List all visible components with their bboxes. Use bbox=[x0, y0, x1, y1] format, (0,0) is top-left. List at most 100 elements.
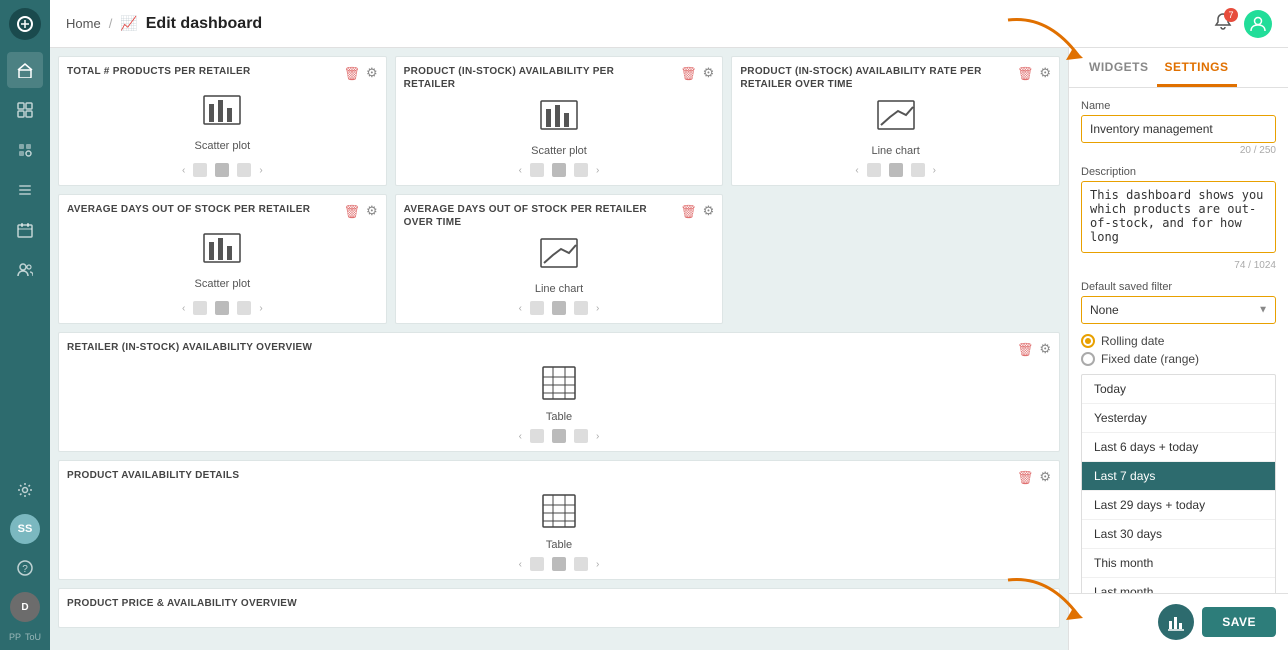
page-dot-1[interactable] bbox=[530, 429, 544, 443]
fixed-date-radio[interactable]: Fixed date (range) bbox=[1081, 352, 1276, 366]
page-dot-1[interactable] bbox=[530, 301, 544, 315]
page-next[interactable]: › bbox=[596, 303, 599, 314]
tab-widgets[interactable]: Widgets bbox=[1081, 48, 1157, 87]
nav-data[interactable] bbox=[7, 172, 43, 208]
widget-chart-type: Scatter plot bbox=[531, 145, 587, 157]
date-option-last6[interactable]: Last 6 days + today bbox=[1082, 433, 1275, 462]
page-dot-3[interactable] bbox=[574, 429, 588, 443]
page-prev[interactable]: ‹ bbox=[855, 165, 858, 176]
page-dot-3[interactable] bbox=[237, 301, 251, 315]
page-dot-2[interactable] bbox=[552, 163, 566, 177]
widget-settings-btn[interactable]: ⚙ bbox=[703, 65, 715, 81]
content-layout: Total # Products Per Retailer 🗑 ⚙ Scatte… bbox=[50, 48, 1288, 650]
page-prev[interactable]: ‹ bbox=[519, 165, 522, 176]
page-dot-2[interactable] bbox=[889, 163, 903, 177]
widget-actions: 🗑 ⚙ bbox=[680, 203, 714, 219]
widget-header: Total # Products Per Retailer 🗑 ⚙ bbox=[67, 65, 378, 81]
page-prev[interactable]: ‹ bbox=[519, 559, 522, 570]
widget-body: Line chart bbox=[740, 97, 1051, 159]
page-dot-1[interactable] bbox=[867, 163, 881, 177]
page-dot-2[interactable] bbox=[215, 163, 229, 177]
widget-delete-btn[interactable]: 🗑 bbox=[680, 67, 697, 80]
table-icon bbox=[541, 493, 577, 535]
rolling-date-radio[interactable]: Rolling date bbox=[1081, 334, 1276, 348]
nav-calendar[interactable] bbox=[7, 212, 43, 248]
top-user-avatar[interactable] bbox=[1244, 10, 1272, 38]
widget-product-availability: Product Availability Details 🗑 ⚙ Table bbox=[58, 460, 1060, 580]
date-option-yesterday[interactable]: Yesterday bbox=[1082, 404, 1275, 433]
page-dot-2[interactable] bbox=[215, 301, 229, 315]
page-next[interactable]: › bbox=[933, 165, 936, 176]
nav-settings[interactable] bbox=[7, 472, 43, 508]
widget-delete-btn[interactable]: 🗑 bbox=[680, 205, 697, 218]
widget-chart-type: Line chart bbox=[535, 283, 583, 295]
main-area: Home / 📈 Edit dashboard 7 Total # Pro bbox=[50, 0, 1288, 650]
nav-user-d[interactable]: D bbox=[10, 592, 40, 622]
page-dot-1[interactable] bbox=[530, 163, 544, 177]
nav-home[interactable] bbox=[7, 52, 43, 88]
page-prev[interactable]: ‹ bbox=[182, 165, 185, 176]
dashboard-area: Total # Products Per Retailer 🗑 ⚙ Scatte… bbox=[50, 48, 1068, 650]
widget-settings-btn[interactable]: ⚙ bbox=[1039, 65, 1051, 81]
nav-grid[interactable] bbox=[7, 92, 43, 128]
widget-settings-btn[interactable]: ⚙ bbox=[703, 203, 715, 219]
widget-delete-btn[interactable]: 🗑 bbox=[1017, 67, 1034, 80]
widget-actions: 🗑 ⚙ bbox=[343, 65, 377, 81]
widget-delete-btn[interactable]: 🗑 bbox=[1017, 471, 1034, 484]
date-option-last-month[interactable]: Last month bbox=[1082, 578, 1275, 593]
widget-settings-btn[interactable]: ⚙ bbox=[1039, 341, 1051, 357]
nav-user-ss[interactable]: SS bbox=[10, 514, 40, 544]
widget-settings-btn[interactable]: ⚙ bbox=[366, 65, 378, 81]
table-icon bbox=[541, 365, 577, 407]
page-dot-2[interactable] bbox=[552, 301, 566, 315]
widget-delete-btn[interactable]: 🗑 bbox=[343, 205, 360, 218]
description-textarea[interactable]: This dashboard shows you which products … bbox=[1081, 181, 1276, 253]
date-option-last29[interactable]: Last 29 days + today bbox=[1082, 491, 1275, 520]
nav-users[interactable] bbox=[7, 252, 43, 288]
filter-select[interactable]: None bbox=[1081, 296, 1276, 324]
page-next[interactable]: › bbox=[596, 165, 599, 176]
page-dot-3[interactable] bbox=[574, 301, 588, 315]
date-option-last30[interactable]: Last 30 days bbox=[1082, 520, 1275, 549]
widget-pagination: ‹ › bbox=[67, 163, 378, 177]
page-dot-3[interactable] bbox=[237, 163, 251, 177]
widget-settings-btn[interactable]: ⚙ bbox=[1039, 469, 1051, 485]
page-dot-3[interactable] bbox=[574, 163, 588, 177]
page-next[interactable]: › bbox=[259, 303, 262, 314]
name-input[interactable] bbox=[1081, 115, 1276, 143]
save-button[interactable]: SAVE bbox=[1202, 607, 1276, 637]
page-prev[interactable]: ‹ bbox=[182, 303, 185, 314]
page-dot-3[interactable] bbox=[911, 163, 925, 177]
page-next[interactable]: › bbox=[596, 559, 599, 570]
widget-delete-btn[interactable]: 🗑 bbox=[1017, 343, 1034, 356]
svg-text:?: ? bbox=[22, 564, 28, 575]
nav-help[interactable]: ? bbox=[7, 550, 43, 586]
page-prev[interactable]: ‹ bbox=[519, 303, 522, 314]
page-prev[interactable]: ‹ bbox=[519, 431, 522, 442]
tab-settings[interactable]: Settings bbox=[1157, 48, 1237, 87]
widget-total-products: Total # Products Per Retailer 🗑 ⚙ Scatte… bbox=[58, 56, 387, 186]
date-option-today[interactable]: Today bbox=[1082, 375, 1275, 404]
app-logo[interactable] bbox=[9, 8, 41, 40]
chart-type-btn[interactable] bbox=[1158, 604, 1194, 640]
home-link[interactable]: Home bbox=[66, 16, 101, 31]
bar-chart-icon bbox=[539, 99, 579, 141]
date-option-this-month[interactable]: This month bbox=[1082, 549, 1275, 578]
widget-header: Average Days Out Of Stock Per Retailer 🗑… bbox=[67, 203, 378, 219]
page-dot-1[interactable] bbox=[193, 163, 207, 177]
page-dot-2[interactable] bbox=[552, 429, 566, 443]
page-dot-2[interactable] bbox=[552, 557, 566, 571]
nav-plugins[interactable] bbox=[7, 132, 43, 168]
page-dot-1[interactable] bbox=[530, 557, 544, 571]
widget-delete-btn[interactable]: 🗑 bbox=[343, 67, 360, 80]
page-next[interactable]: › bbox=[596, 431, 599, 442]
widget-actions: 🗑 ⚙ bbox=[680, 65, 714, 81]
line-chart-icon bbox=[539, 237, 579, 279]
widget-chart-type: Scatter plot bbox=[195, 140, 251, 152]
date-option-last7[interactable]: Last 7 days bbox=[1082, 462, 1275, 491]
notification-button[interactable]: 7 bbox=[1214, 12, 1232, 35]
page-dot-3[interactable] bbox=[574, 557, 588, 571]
page-dot-1[interactable] bbox=[193, 301, 207, 315]
page-next[interactable]: › bbox=[259, 165, 262, 176]
widget-settings-btn[interactable]: ⚙ bbox=[366, 203, 378, 219]
